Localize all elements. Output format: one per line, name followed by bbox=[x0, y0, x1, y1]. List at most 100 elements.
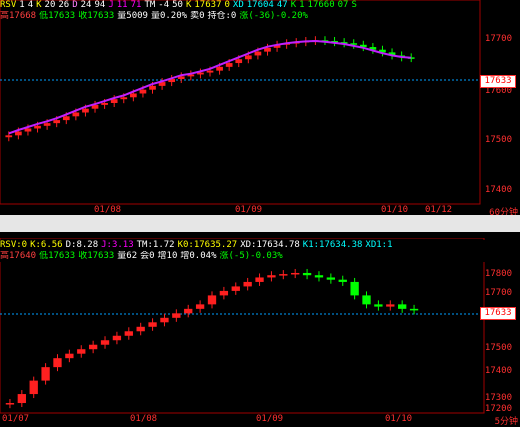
bot-current-price-tag: 17633 bbox=[480, 307, 516, 320]
bot-candle bbox=[279, 274, 288, 276]
bot-ytick-0: 17800 bbox=[484, 269, 512, 279]
panel-separator bbox=[0, 215, 520, 232]
bot-candle bbox=[326, 277, 336, 280]
top-date-0: 01/08 bbox=[94, 205, 122, 215]
bot-close: 收17633 bbox=[78, 251, 115, 261]
bot-meeting: 会0 bbox=[140, 251, 155, 261]
top-candle bbox=[101, 102, 108, 105]
bot-change: 涨(-5)-0.03% bbox=[219, 251, 283, 261]
top-ytick-3: 17400 bbox=[484, 185, 512, 195]
top-candle bbox=[62, 116, 70, 121]
bot-high: 高17640 bbox=[0, 251, 37, 261]
top-ytick-0: 17700 bbox=[484, 34, 512, 44]
top-candle bbox=[43, 123, 51, 126]
bot-candle bbox=[291, 272, 300, 275]
bot-candle bbox=[77, 349, 86, 354]
bot-low: 低17633 bbox=[39, 251, 76, 261]
bot-candle bbox=[65, 353, 74, 359]
bot-candle bbox=[302, 272, 312, 276]
bot-volume: 量62 bbox=[117, 251, 138, 261]
bot-candle bbox=[398, 304, 407, 309]
bot-candle bbox=[29, 380, 38, 395]
top-candle bbox=[34, 125, 41, 129]
bot-ind-4: TM:1.72 bbox=[136, 240, 175, 250]
bot-candle bbox=[386, 304, 395, 307]
bot-candle bbox=[243, 281, 252, 287]
top-chart-panel[interactable]: RSV 1 4 K 20 26 D 24 94 J 11 71 TM -4 50 K 17637 0 XD 17604… bbox=[0, 0, 520, 218]
bot-candle bbox=[350, 281, 359, 296]
top-date-2: 01/10 bbox=[381, 205, 409, 215]
bot-candle bbox=[136, 326, 145, 332]
top-candle bbox=[139, 89, 147, 94]
bot-candle bbox=[219, 290, 229, 296]
top-candle bbox=[129, 93, 137, 98]
top-candlestick-chart[interactable] bbox=[0, 0, 520, 215]
bot-candle bbox=[148, 322, 157, 327]
top-candle bbox=[82, 108, 89, 113]
bot-ytick-6: 17200 bbox=[484, 404, 512, 414]
bottom-chart-panel[interactable]: 17800 17700 17600 17500 17400 17300 1720… bbox=[0, 238, 520, 427]
bot-candle bbox=[160, 317, 169, 323]
top-current-price-tag: 17633 bbox=[480, 75, 516, 88]
bot-candle bbox=[53, 358, 62, 368]
bot-ytick-3: 17500 bbox=[484, 343, 512, 353]
top-candle bbox=[15, 131, 22, 136]
bot-candle bbox=[207, 295, 217, 305]
top-candle bbox=[53, 120, 61, 124]
bot-candle bbox=[255, 277, 264, 282]
bot-date-2: 01/09 bbox=[256, 414, 284, 424]
bot-ind-3: J:3.13 bbox=[101, 240, 134, 250]
bot-candle bbox=[17, 394, 26, 404]
bot-indicator-line: RSV:0 K:6.56 D:8.28 J:3.13 TM:1.72 K0:17635.2… bbox=[0, 240, 520, 251]
bot-ytick-1: 17700 bbox=[484, 288, 512, 298]
top-candle bbox=[24, 128, 32, 132]
bot-ytick-5: 17300 bbox=[484, 393, 512, 403]
top-date-1: 01/09 bbox=[235, 205, 263, 215]
bottom-candlestick-chart[interactable] bbox=[0, 238, 520, 425]
bot-candle bbox=[231, 286, 240, 291]
bot-quote-line: 高17640 低17633 收17633 量62 会0 增10 增0.04% 涨(-5)-0.… bbox=[0, 251, 520, 262]
top-candle bbox=[206, 70, 214, 73]
top-candle bbox=[72, 112, 80, 117]
bot-ind-7: K1:17634.38 bbox=[302, 240, 363, 250]
top-candle bbox=[216, 66, 223, 71]
top-candle bbox=[149, 85, 156, 90]
bot-candle bbox=[314, 275, 324, 278]
top-candle bbox=[225, 63, 233, 67]
bot-date-1: 01/08 bbox=[130, 414, 158, 424]
bot-candle bbox=[100, 340, 110, 345]
bot-ind-8: XD1:1 bbox=[365, 240, 393, 250]
bot-candle bbox=[409, 308, 419, 311]
bot-date-3: 01/10 bbox=[385, 414, 413, 424]
bot-ind-6: XD:17634.78 bbox=[240, 240, 300, 250]
bot-candle bbox=[88, 344, 98, 350]
bot-candle bbox=[41, 367, 50, 381]
bot-ind-2: D:8.28 bbox=[65, 240, 99, 250]
bot-ind-5: K0:17635.27 bbox=[177, 240, 238, 250]
bot-increase-pct: 增0.04% bbox=[180, 251, 217, 261]
bot-candle bbox=[195, 304, 205, 309]
bot-candle bbox=[124, 331, 133, 336]
bot-ytick-4: 17400 bbox=[484, 366, 512, 376]
bot-period-label[interactable]: 5分钟 bbox=[495, 414, 518, 427]
bot-date-0: 01/07 bbox=[2, 414, 30, 424]
bot-candle bbox=[172, 313, 181, 318]
top-candle bbox=[244, 55, 252, 60]
bot-candle bbox=[374, 304, 383, 307]
bot-candle bbox=[112, 335, 122, 341]
top-ytick-2: 17500 bbox=[484, 135, 512, 145]
top-date-3: 01/12 bbox=[425, 205, 453, 215]
bot-ind-1: K:6.56 bbox=[30, 240, 63, 250]
bot-candle bbox=[338, 279, 347, 282]
top-candle bbox=[254, 51, 262, 56]
bot-candle bbox=[5, 403, 15, 405]
top-candle bbox=[5, 135, 13, 138]
top-frame bbox=[0, 0, 481, 205]
bot-frame bbox=[0, 238, 485, 414]
bot-candle bbox=[267, 275, 276, 278]
bot-increase: 增10 bbox=[157, 251, 178, 261]
top-candle bbox=[120, 97, 128, 100]
bot-candle bbox=[362, 295, 371, 305]
top-candle bbox=[235, 59, 243, 64]
bot-candle bbox=[184, 308, 193, 314]
